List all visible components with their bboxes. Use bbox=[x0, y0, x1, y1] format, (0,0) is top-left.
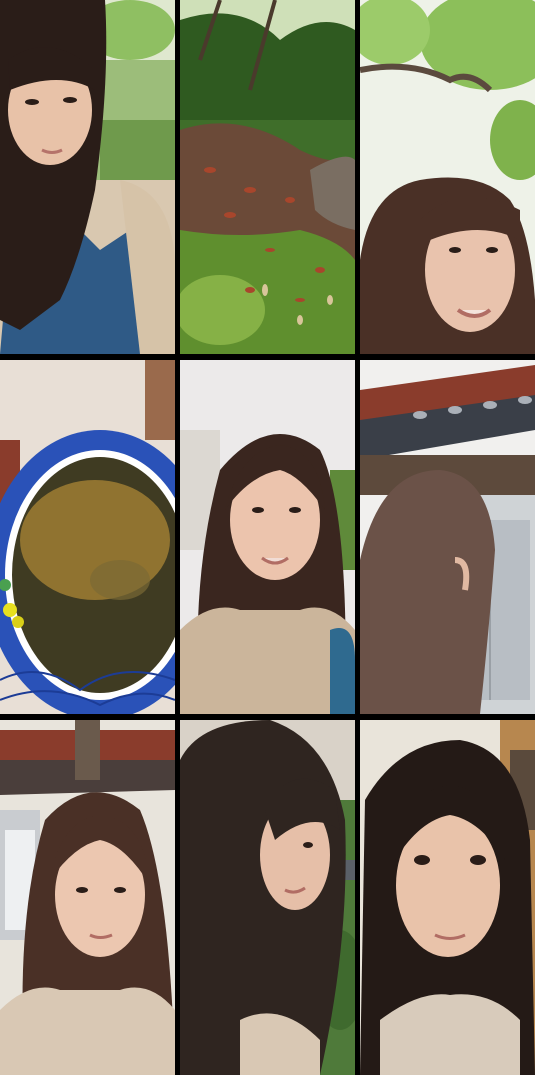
photo-tile-2 bbox=[180, 0, 355, 354]
photo-tile-6 bbox=[360, 360, 535, 714]
photo-tile-4 bbox=[0, 360, 175, 714]
selfie-under-tree-image bbox=[360, 0, 535, 354]
selfie-by-house-image bbox=[0, 720, 175, 1075]
mossy-ground-image bbox=[180, 0, 355, 354]
porcelain-jar-image bbox=[0, 360, 175, 714]
back-of-head-image bbox=[360, 360, 535, 714]
photo-tile-9 bbox=[360, 720, 535, 1075]
selfie-close-frontal-image bbox=[360, 720, 535, 1075]
photo-tile-1 bbox=[0, 0, 175, 354]
photo-tile-5 bbox=[180, 360, 355, 714]
photo-grid bbox=[0, 0, 535, 1075]
selfie-crouching-image bbox=[0, 0, 175, 354]
photo-tile-8 bbox=[180, 720, 355, 1075]
selfie-overcast-image bbox=[180, 360, 355, 714]
photo-tile-7 bbox=[0, 720, 175, 1075]
photo-tile-3 bbox=[360, 0, 535, 354]
selfie-side-angle-image bbox=[180, 720, 355, 1075]
